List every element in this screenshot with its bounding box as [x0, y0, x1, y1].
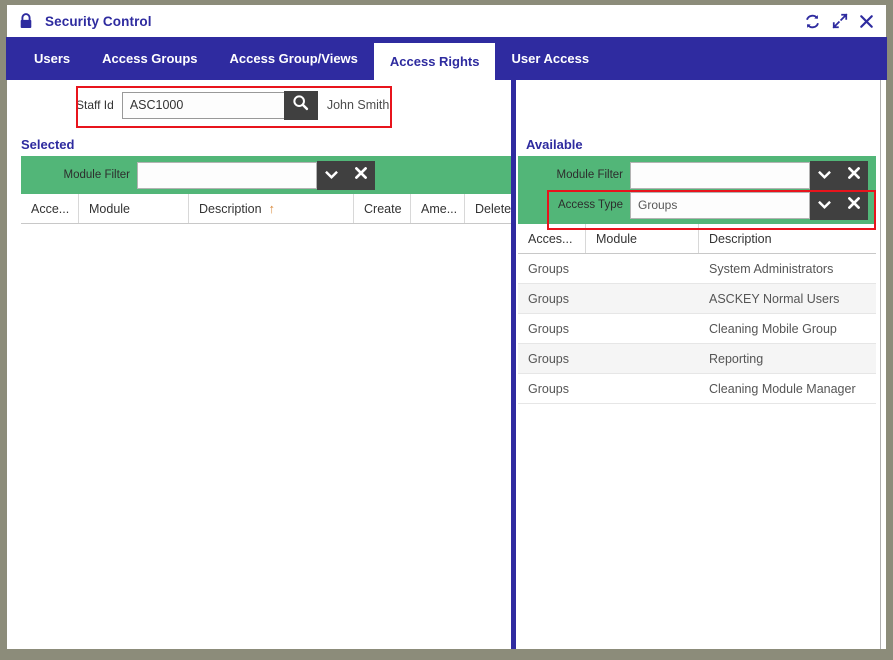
- selected-module-filter-label: Module Filter: [63, 169, 130, 181]
- security-control-window: Security Control Users Access Groups Acc…: [0, 0, 893, 660]
- available-grid-body: Groups System Administrators Groups ASCKEY …: [518, 254, 876, 404]
- cell-description: Cleaning Module Manager: [709, 381, 856, 396]
- available-module-filter-clear-button[interactable]: [839, 160, 868, 190]
- cell-description: System Administrators: [709, 261, 834, 276]
- available-panel-title: Available: [526, 137, 583, 152]
- search-icon: [292, 94, 309, 116]
- table-row[interactable]: Groups ASCKEY Normal Users: [518, 284, 876, 314]
- cell-description: ASCKEY Normal Users: [709, 291, 840, 306]
- selected-grid: Acce... Module Description ↑ Create Ame.…: [21, 194, 511, 644]
- selected-module-filter-input[interactable]: [137, 161, 317, 189]
- available-access-type-label: Access Type: [558, 199, 623, 211]
- available-col-module[interactable]: Module: [586, 224, 699, 253]
- cell-module: [586, 374, 699, 403]
- table-row[interactable]: Groups Reporting: [518, 344, 876, 374]
- staff-name-display: John Smith: [326, 98, 390, 112]
- available-module-filter-dropdown-button[interactable]: [810, 160, 839, 190]
- close-icon: [847, 166, 861, 185]
- available-module-filter-input[interactable]: [630, 161, 810, 189]
- chevron-down-icon: [817, 166, 831, 184]
- refresh-icon[interactable]: [804, 13, 821, 30]
- available-module-filter-label: Module Filter: [556, 169, 623, 181]
- tab-bar: Users Access Groups Access Group/Views A…: [6, 37, 887, 80]
- staff-id-label: Staff Id: [76, 98, 114, 112]
- cell-module: [586, 314, 699, 343]
- tab-access-group-views[interactable]: Access Group/Views: [214, 37, 374, 80]
- table-row[interactable]: Groups System Administrators: [518, 254, 876, 284]
- tab-users[interactable]: Users: [18, 37, 86, 80]
- selected-col-create[interactable]: Create: [354, 194, 411, 223]
- cell-access: Groups: [528, 321, 569, 336]
- expand-icon[interactable]: [832, 13, 848, 29]
- selected-col-delete[interactable]: Delete: [465, 194, 511, 223]
- cell-access: Groups: [528, 351, 569, 366]
- selected-grid-header: Acce... Module Description ↑ Create Ame.…: [21, 194, 511, 224]
- selected-panel-title: Selected: [21, 137, 75, 152]
- selected-module-filter-clear-button[interactable]: [346, 160, 375, 190]
- lock-icon: [18, 13, 34, 29]
- selected-module-filter-row: Module Filter: [21, 160, 511, 190]
- sort-ascending-icon: ↑: [268, 201, 276, 216]
- available-filter-bar: Module Filter Access Type: [518, 156, 876, 224]
- available-access-type-dropdown-button[interactable]: [810, 190, 839, 220]
- close-icon: [354, 166, 368, 185]
- available-col-description[interactable]: Description: [699, 224, 876, 253]
- selected-col-description[interactable]: Description ↑: [189, 194, 354, 223]
- available-module-filter-row: Module Filter: [518, 160, 876, 190]
- close-icon: [847, 196, 861, 215]
- cell-access: Groups: [528, 261, 569, 276]
- panel-divider[interactable]: [511, 80, 516, 649]
- selected-module-filter-dropdown-button[interactable]: [317, 160, 346, 190]
- cell-access: Groups: [528, 381, 569, 396]
- close-icon[interactable]: [859, 14, 874, 29]
- available-access-type-row: Access Type: [518, 190, 876, 220]
- cell-module: [586, 284, 699, 313]
- window-controls: [804, 13, 874, 30]
- cell-description: Cleaning Mobile Group: [709, 321, 837, 336]
- tab-access-groups[interactable]: Access Groups: [86, 37, 213, 80]
- available-access-type-clear-button[interactable]: [839, 190, 868, 220]
- window-body: Staff Id John Smith Selected Module Filt…: [6, 80, 887, 650]
- available-grid-header: Acces... Module Description: [518, 224, 876, 254]
- cell-module: [586, 254, 699, 283]
- selected-col-description-label: Description: [199, 201, 262, 216]
- cell-description: Reporting: [709, 351, 764, 366]
- table-row[interactable]: Groups Cleaning Mobile Group: [518, 314, 876, 344]
- window-title: Security Control: [45, 13, 152, 29]
- grid-right-edge: [880, 80, 886, 649]
- available-access-type-input[interactable]: [630, 191, 810, 219]
- table-row[interactable]: Groups Cleaning Module Manager: [518, 374, 876, 404]
- selected-col-amend[interactable]: Ame...: [411, 194, 465, 223]
- staff-id-input[interactable]: [121, 91, 285, 119]
- title-bar: Security Control: [6, 4, 887, 37]
- available-grid: Acces... Module Description Groups System…: [518, 224, 876, 644]
- selected-filter-bar: Module Filter: [21, 156, 511, 194]
- selected-col-module[interactable]: Module: [79, 194, 189, 223]
- staff-search-row: Staff Id John Smith: [76, 85, 389, 125]
- selected-col-access[interactable]: Acce...: [21, 194, 79, 223]
- cell-access: Groups: [528, 291, 569, 306]
- tab-access-rights[interactable]: Access Rights: [373, 43, 496, 80]
- chevron-down-icon: [324, 166, 338, 184]
- search-button[interactable]: [283, 90, 318, 120]
- chevron-down-icon: [817, 196, 831, 214]
- available-col-access[interactable]: Acces...: [518, 224, 586, 253]
- tab-user-access[interactable]: User Access: [495, 37, 605, 80]
- cell-module: [586, 344, 699, 373]
